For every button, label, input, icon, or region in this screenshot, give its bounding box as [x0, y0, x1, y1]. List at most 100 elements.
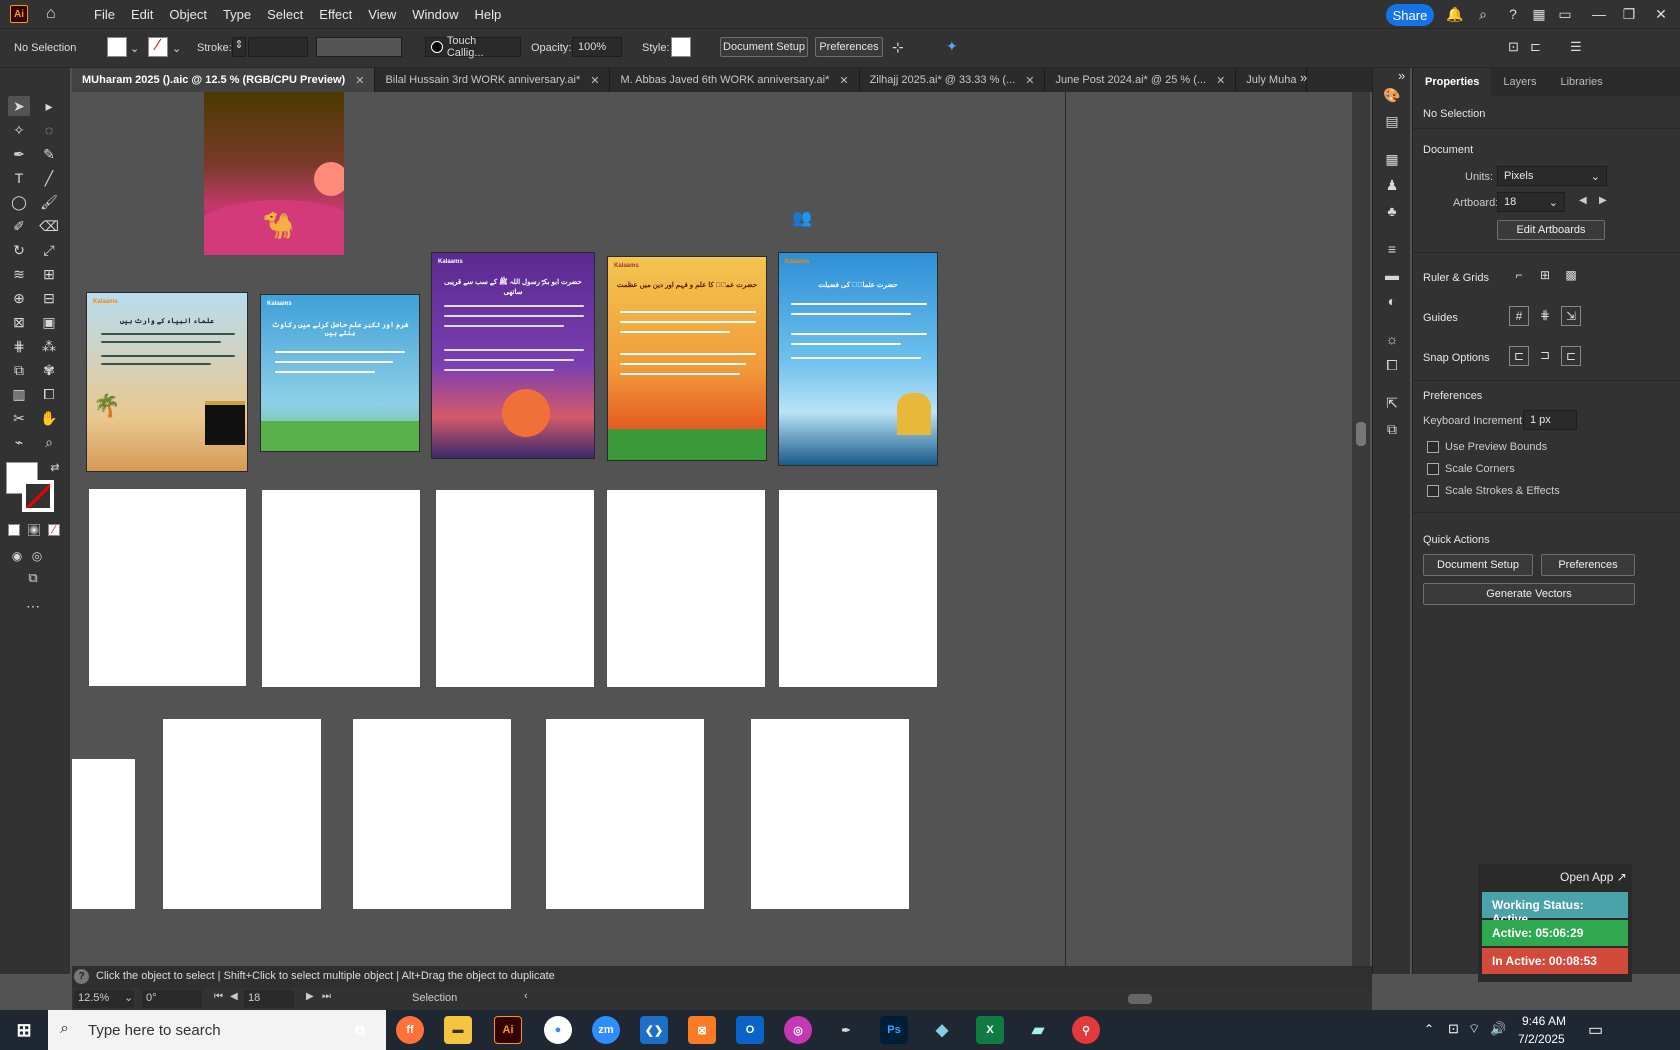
swap-colors-icon[interactable]: ⇄ [44, 458, 66, 478]
open-app-link[interactable]: Open App ↗ [1560, 870, 1627, 884]
selection-tool-icon[interactable]: ➤ [8, 96, 30, 116]
chrome-icon[interactable]: ● [544, 1016, 572, 1044]
chevron-down-icon[interactable]: ⌄ [124, 991, 133, 1004]
lasso-tool-icon[interactable]: ◌ [38, 120, 60, 140]
perspective-grid-tool-icon[interactable]: ⊠ [8, 312, 30, 332]
pen-app-icon[interactable]: ✒ [832, 1016, 860, 1044]
guides-show-icon[interactable]: # [1509, 306, 1529, 326]
zoom-tool-icon[interactable]: ⌕ [38, 432, 60, 452]
next-artboard-icon[interactable]: ▶ [306, 991, 314, 1002]
artboard-blank[interactable] [546, 719, 704, 909]
artboard-blank[interactable] [751, 719, 909, 909]
snap-point-icon[interactable]: ⊏ [1509, 346, 1529, 366]
menu-edit[interactable]: Edit [123, 7, 161, 22]
document-setup-button[interactable]: Document Setup [1423, 554, 1533, 576]
chevron-down-icon[interactable]: ⌄ [130, 42, 139, 55]
artboards-panel-icon[interactable]: ⧉ [1383, 420, 1401, 438]
symbol-sprayer-tool-icon[interactable]: ✾ [38, 360, 60, 380]
close-icon[interactable]: ✕ [1025, 74, 1034, 87]
tab-libraries[interactable]: Libraries [1548, 68, 1614, 96]
desert-artwork[interactable]: 🐪 [204, 92, 344, 255]
chevron-up-icon[interactable]: ⌃ [1424, 1022, 1434, 1036]
tab-abbas-javed[interactable]: M. Abbas Javed 6th WORK anniversary.ai* ✕ [610, 68, 860, 92]
eyedropper-icon[interactable]: ⌁ [8, 432, 30, 452]
poster-5[interactable]: Kalaams حضرت عثمانؓ کی فضیلت [778, 252, 938, 466]
search-icon[interactable]: ⌕ [1474, 5, 1492, 23]
snap-pixel-icon[interactable]: ⊐ [1535, 346, 1555, 366]
minimize-icon[interactable]: — [1590, 5, 1608, 23]
brush-definition[interactable]: Touch Callig... [425, 35, 521, 59]
artboard-blank[interactable] [353, 719, 511, 909]
eraser-tool-icon[interactable]: ⌫ [38, 216, 60, 236]
appearance-icon[interactable]: ☼ [1383, 330, 1401, 348]
opacity-field[interactable]: 100% [572, 37, 622, 57]
bell-icon[interactable]: 🔔 [1446, 5, 1464, 23]
guides-lock-icon[interactable]: ⋕ [1535, 306, 1555, 326]
draw-behind-icon[interactable]: ◎ [26, 546, 48, 566]
share-button[interactable]: Share [1386, 4, 1434, 26]
color-mode-icon[interactable] [8, 524, 20, 536]
illustrator-taskbar-icon[interactable]: Ai [494, 1016, 522, 1044]
workspace-icon[interactable]: ▦ [1530, 5, 1548, 23]
outlook-icon[interactable]: O [736, 1016, 764, 1044]
artboard-dropdown[interactable]: 18 ⌄ [1497, 192, 1565, 212]
close-icon[interactable]: ✕ [355, 74, 364, 87]
menu-window[interactable]: Window [404, 7, 466, 22]
stroke-panel-icon[interactable]: ≡ [1383, 240, 1401, 258]
volume-icon[interactable]: 🔊 [1490, 1021, 1506, 1037]
poster-3[interactable]: Kalaams حضرت ابو بکرؓ رسول اللہ ﷺ کے سب … [431, 252, 595, 459]
artboard-blank[interactable] [607, 490, 765, 687]
xampp-icon[interactable]: ⊠ [688, 1016, 716, 1044]
color-palette-icon[interactable]: 🎨 [1383, 86, 1401, 104]
type-tool-icon[interactable]: T [8, 168, 30, 188]
scroll-left-icon[interactable]: ‹ [524, 990, 528, 1002]
generate-vectors-button[interactable]: Generate Vectors [1423, 583, 1635, 605]
stroke-weight-field[interactable] [248, 37, 308, 57]
artboard-blank[interactable] [72, 759, 135, 909]
symbols-icon[interactable]: ♣ [1383, 202, 1401, 220]
menu-help[interactable]: Help [466, 7, 509, 22]
next-artboard-icon[interactable]: ▶ [1599, 195, 1607, 206]
fill-swatch[interactable] [107, 37, 127, 57]
arrange-icon[interactable]: ▭ [1556, 5, 1574, 23]
screen-mode-icon[interactable]: ⧉ [22, 568, 44, 588]
puppet-icon[interactable]: ♟ [1383, 176, 1401, 194]
tracker-app-icon[interactable]: ⚲ [1072, 1016, 1100, 1044]
preferences-button[interactable]: Preferences [1541, 554, 1635, 576]
document-setup-button[interactable]: Document Setup [720, 37, 808, 57]
menu-type[interactable]: Type [215, 7, 259, 22]
slice-tool-icon[interactable]: ✂ [8, 408, 30, 428]
panel-menu-icon[interactable]: ☰ [1570, 39, 1582, 55]
preferences-button[interactable]: Preferences [815, 37, 883, 57]
chevron-down-icon[interactable]: ⌄ [172, 42, 181, 55]
excel-icon[interactable]: X [976, 1016, 1004, 1044]
more-tools-icon[interactable]: ⋯ [22, 596, 44, 616]
poster-2[interactable]: Kalaams شرم اور تکبر علم حاصل کرنے میں ر… [260, 294, 420, 452]
warp-tool-icon[interactable]: ≋ [8, 264, 30, 284]
none-mode-icon[interactable]: ⁄ [48, 524, 60, 536]
variable-width-profile[interactable] [316, 37, 402, 57]
keyboard-increment-field[interactable]: 1 px [1523, 410, 1577, 430]
menu-object[interactable]: Object [161, 7, 215, 22]
gem-app-icon[interactable]: ◆ [928, 1016, 956, 1044]
tab-july-muha[interactable]: July Muha [1236, 68, 1308, 92]
rotate-field[interactable]: 0° [142, 990, 202, 1008]
home-icon[interactable]: ⌂ [46, 5, 66, 23]
tab-properties[interactable]: Properties [1413, 68, 1492, 96]
zoom-app-icon[interactable]: zm [592, 1016, 620, 1044]
gradient-panel-icon[interactable]: ▬ [1383, 266, 1401, 284]
firefox-icon[interactable]: ff [396, 1016, 424, 1044]
close-icon[interactable]: ✕ [590, 74, 599, 87]
artboard-nav-field[interactable]: 18 [244, 990, 294, 1008]
ruler-icon[interactable]: ⌐ [1509, 266, 1529, 286]
edit-artboards-button[interactable]: Edit Artboards [1497, 220, 1605, 240]
units-dropdown[interactable]: Pixels ⌄ [1497, 166, 1607, 186]
first-artboard-icon[interactable]: ⏮ [214, 991, 223, 1002]
scale-tool-icon[interactable]: ⤢ [38, 240, 60, 260]
gradient-mode-icon[interactable] [28, 524, 40, 536]
horizontal-scroll-thumb[interactable] [1128, 994, 1152, 1004]
close-icon[interactable]: ✕ [1652, 5, 1670, 23]
menu-select[interactable]: Select [259, 7, 311, 22]
network-icon[interactable]: ⊡ [1448, 1021, 1459, 1037]
notifications-icon[interactable]: ▭ [1588, 1020, 1603, 1040]
